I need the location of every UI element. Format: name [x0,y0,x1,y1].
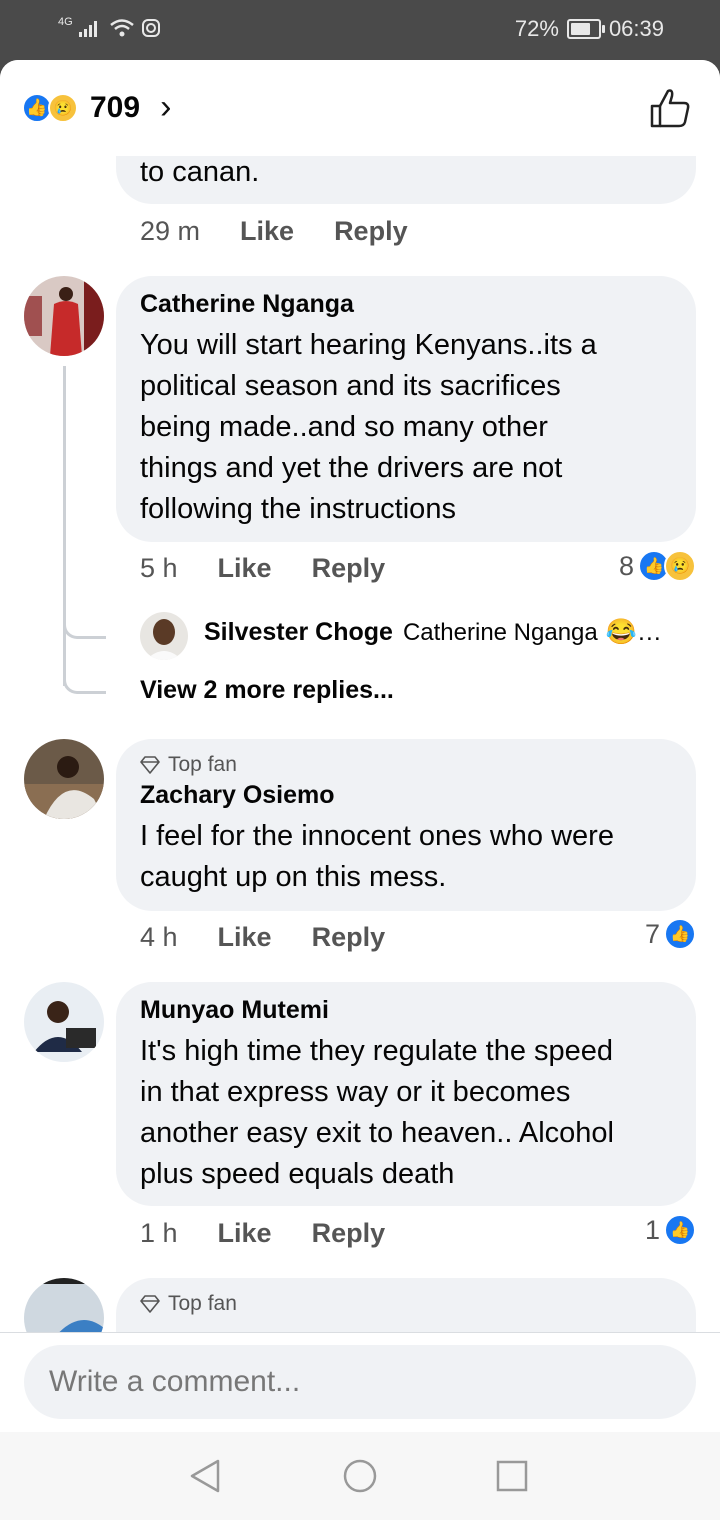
status-right: 72% 06:39 [515,16,664,42]
comment-text: to canan. [140,156,260,188]
system-nav-bar [0,1432,720,1520]
clock: 06:39 [608,16,664,41]
reply-avatar[interactable] [140,612,188,660]
comment-actions: 4 h Like Reply [140,922,425,953]
reply-text: Catherine Nganga [402,618,598,646]
sad-reaction-icon: 😢 [664,550,696,582]
comment-time: 4 h [140,922,178,952]
home-icon[interactable] [342,1458,378,1494]
signal-icon [78,21,97,37]
avatar[interactable] [24,982,104,1062]
reply-button[interactable]: Reply [312,1218,386,1249]
reaction-summary[interactable]: 👍 😢 709 › [22,88,171,127]
like-button[interactable]: Like [218,553,272,584]
instagram-icon [141,19,160,37]
comment-actions: 5 h Like Reply [140,553,425,584]
comment-reactions[interactable]: 1 👍 [645,1214,696,1246]
view-more-replies[interactable]: View 2 more replies... [140,676,394,705]
comment-bubble[interactable]: Munyao Mutemi It's high time they regula… [116,982,696,1206]
comment-actions: 1 h Like Reply [140,1218,425,1249]
avatar[interactable] [24,276,104,356]
network-type: 4G [58,16,73,28]
reply-author[interactable]: Silvester Choge [204,618,393,647]
reply-preview[interactable]: Silvester Choge Catherine Nganga 😂 … [204,618,662,647]
sad-reaction-icon: 😢 [48,92,78,123]
recents-icon[interactable] [496,1460,528,1492]
reaction-count: 7 [644,918,660,949]
comment-bubble[interactable]: to canan. [116,156,696,204]
top-fan-label: Top fan [168,1292,237,1315]
comment-bubble[interactable]: Top fan Zachary Osiemo I feel for the in… [116,739,696,911]
reply-button[interactable]: Reply [312,922,386,953]
chevron-right-icon[interactable]: › [160,88,171,127]
comment-input-placeholder: Write a comment... [49,1365,301,1398]
reply-button[interactable]: Reply [312,553,386,584]
comment-author[interactable]: Munyao Mutemi [140,996,672,1025]
battery-icon [566,19,605,39]
thread-branch [63,651,106,694]
like-button[interactable]: Like [218,1218,272,1249]
comment-actions: 29 m Like Reply [140,216,448,247]
thread-branch [63,596,106,639]
like-post-icon[interactable] [648,86,692,130]
like-reaction-icon: 👍 [664,1214,696,1246]
diamond-icon [140,756,160,774]
sheet-header: 👍 😢 709 › [0,60,720,156]
top-fan-badge: Top fan [140,1292,672,1316]
reply-ellipsis: … [636,618,662,646]
back-icon[interactable] [188,1458,222,1494]
thread-line [63,366,66,686]
status-bar: 4G 72% 06:39 [0,0,720,60]
comment-author[interactable]: Catherine Nganga [140,290,672,319]
comment-time: 5 h [140,553,178,583]
comment-input[interactable]: Write a comment... [24,1345,696,1419]
reaction-count: 8 [618,550,634,581]
like-button[interactable]: Like [240,216,294,247]
comment-text: I feel for the innocent ones who were ca… [140,820,614,893]
composer-bar: Write a comment... [0,1332,720,1431]
battery-percent: 72% [514,16,559,41]
comment-time: 1 h [140,1218,178,1248]
diamond-icon [140,1295,160,1313]
comment-bubble[interactable]: Catherine Nganga You will start hearing … [116,276,696,542]
top-fan-badge: Top fan [140,753,672,777]
top-fan-label: Top fan [168,753,237,776]
like-button[interactable]: Like [218,922,272,953]
comment-list: to canan. 29 m Like Reply Catherine Ngan… [0,156,720,1332]
wifi-icon [109,19,134,37]
comment-reactions[interactable]: 7 👍 [645,918,696,950]
reaction-count: 709 [90,90,141,124]
comment-text: You will start hearing Kenyans..its a po… [140,329,597,525]
reply-button[interactable]: Reply [334,216,408,247]
like-reaction-icon: 👍 [664,918,696,950]
avatar[interactable] [24,1278,104,1332]
status-left: 4G [58,16,161,38]
avatar[interactable] [24,739,104,819]
reaction-count: 1 [644,1214,660,1245]
comment-author[interactable]: Zachary Osiemo [140,781,672,810]
comment-time: 29 m [140,216,201,246]
comment-bubble[interactable]: Top fan [116,1278,696,1332]
comments-sheet: 👍 😢 709 › to canan. 29 m Like Reply Cath… [0,60,720,1520]
laughing-emoji-icon: 😂 [605,618,637,646]
comment-reactions[interactable]: 8 👍 😢 [619,550,696,582]
comment-text: It's high time they regulate the speed i… [140,1035,614,1190]
